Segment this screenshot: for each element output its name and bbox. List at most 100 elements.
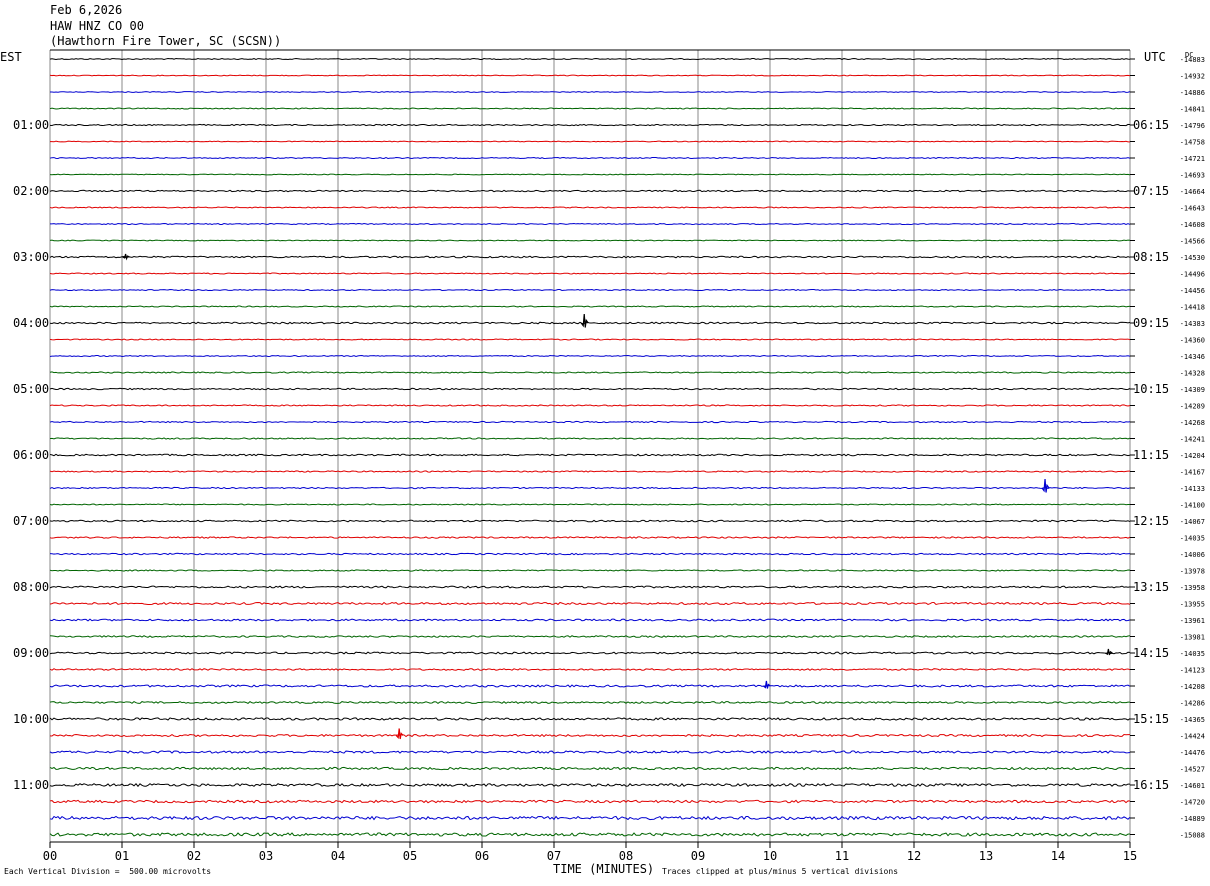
seismic-trace — [49, 782, 1131, 788]
dc-offset-label: -14693 — [1180, 172, 1205, 180]
est-hour-label: 03:00 — [13, 250, 49, 264]
x-tick-label: 08 — [619, 849, 633, 863]
dc-offset-label: -14035 — [1180, 535, 1205, 543]
dc-offset-label: -14721 — [1180, 155, 1205, 163]
seismic-event — [1105, 648, 1113, 656]
utc-hour-label: 11:15 — [1133, 448, 1169, 462]
seismic-trace — [49, 123, 1131, 127]
seismic-trace — [49, 815, 1131, 821]
x-tick-label: 02 — [187, 849, 201, 863]
utc-hour-label: 15:15 — [1133, 712, 1169, 726]
est-hour-label: 04:00 — [13, 316, 49, 330]
dc-offset-label: -14100 — [1180, 502, 1205, 510]
dc-offset-label: -14530 — [1180, 254, 1205, 262]
seismic-trace — [49, 140, 1131, 143]
dc-offset-label: -14643 — [1180, 205, 1205, 213]
dc-offset-label: -14241 — [1180, 436, 1205, 444]
est-hour-label: 06:00 — [13, 448, 49, 462]
est-hour-label: 07:00 — [13, 514, 49, 528]
x-tick-label: 00 — [43, 849, 57, 863]
est-hour-label: 05:00 — [13, 382, 49, 396]
dc-offset-label: -14204 — [1180, 452, 1205, 460]
dc-offset-label: -14601 — [1180, 782, 1205, 790]
seismic-trace — [49, 799, 1131, 804]
dc-offset-label: -14720 — [1180, 799, 1205, 807]
x-tick-label: 12 — [907, 849, 921, 863]
x-tick-label: 03 — [259, 849, 273, 863]
seismic-trace — [49, 420, 1131, 424]
dc-offset-label: -14664 — [1180, 188, 1205, 196]
seismic-trace — [49, 437, 1131, 440]
utc-hour-label: 10:15 — [1133, 382, 1169, 396]
axis-labels: 00 01 02 03 04 05 06 07 08 09 10 11 12 13 14 15 -14883 -1… — [13, 56, 1205, 863]
seismic-trace — [49, 635, 1131, 638]
est-hour-label: 10:00 — [13, 712, 49, 726]
seismic-trace — [49, 206, 1130, 209]
dc-offset-label: -14886 — [1180, 89, 1205, 97]
seismic-trace — [49, 536, 1131, 539]
x-tick-label: 11 — [835, 849, 849, 863]
seismic-trace — [49, 569, 1131, 572]
x-tick-label: 14 — [1051, 849, 1065, 863]
seismic-trace — [49, 222, 1131, 226]
seismic-trace — [49, 832, 1131, 837]
trace-group — [49, 57, 1131, 837]
dc-offset-label: -14889 — [1180, 815, 1205, 823]
dc-offset-label: -14365 — [1180, 716, 1205, 724]
seismic-trace — [49, 239, 1131, 242]
x-axis-label: TIME (MINUTES) — [553, 862, 654, 876]
seismic-trace — [49, 107, 1131, 110]
utc-hour-label: 09:15 — [1133, 316, 1169, 330]
seismic-trace — [49, 717, 1131, 721]
dc-offset-label: -14456 — [1180, 287, 1205, 295]
seismic-trace — [49, 503, 1131, 506]
x-tick-label: 09 — [691, 849, 705, 863]
dc-offset-label: -15088 — [1180, 832, 1205, 840]
seismic-trace — [49, 651, 1131, 655]
dc-offset-label: -14608 — [1180, 221, 1205, 229]
seismic-trace — [49, 288, 1131, 292]
seismic-trace — [49, 766, 1131, 771]
seismic-trace — [49, 156, 1131, 160]
est-hour-label: 02:00 — [13, 184, 49, 198]
seismic-trace — [49, 733, 1131, 738]
dc-offset-label: -14035 — [1180, 650, 1205, 658]
seismic-event — [763, 680, 771, 689]
x-tick-label: 07 — [547, 849, 561, 863]
est-hour-label: 09:00 — [13, 646, 49, 660]
dc-offset-label: -14346 — [1180, 353, 1205, 361]
utc-hour-label: 08:15 — [1133, 250, 1169, 264]
x-tick-label: 04 — [331, 849, 345, 863]
left-timezone-label: EST — [0, 50, 22, 64]
seismic-trace — [49, 618, 1131, 622]
dc-offset-label: -14289 — [1180, 403, 1205, 411]
time-grid — [49, 49, 1135, 848]
seismic-trace — [49, 338, 1131, 341]
seismic-trace — [49, 486, 1131, 490]
utc-hour-label: 14:15 — [1133, 646, 1169, 660]
dc-offset-label: -14328 — [1180, 370, 1205, 378]
seismic-trace — [49, 552, 1131, 556]
seismic-trace — [49, 371, 1131, 374]
est-hour-label: 08:00 — [13, 580, 49, 594]
seismic-trace — [49, 321, 1131, 325]
dc-offset-label: -14418 — [1180, 304, 1205, 312]
seismic-trace — [49, 189, 1131, 193]
dc-offset-label: -14286 — [1180, 700, 1205, 708]
dc-offset-label: -13955 — [1180, 601, 1205, 609]
utc-hour-label: 12:15 — [1133, 514, 1169, 528]
seismic-trace — [49, 173, 1131, 176]
seismic-trace — [49, 700, 1131, 704]
dc-offset-label: -14067 — [1180, 518, 1205, 526]
seismic-trace — [49, 404, 1131, 407]
right-timezone-label: UTC — [1144, 50, 1166, 64]
utc-hour-label: 06:15 — [1133, 118, 1169, 132]
x-tick-label: 10 — [763, 849, 777, 863]
dc-offset-label: -14796 — [1180, 122, 1205, 130]
dc-offset-label: -14758 — [1180, 139, 1205, 147]
dc-offset-label: -14268 — [1180, 419, 1205, 427]
x-tick-label: 06 — [475, 849, 489, 863]
dc-offset-label: -14208 — [1180, 683, 1205, 691]
seismic-event — [1041, 478, 1050, 493]
utc-hour-label: 16:15 — [1133, 778, 1169, 792]
